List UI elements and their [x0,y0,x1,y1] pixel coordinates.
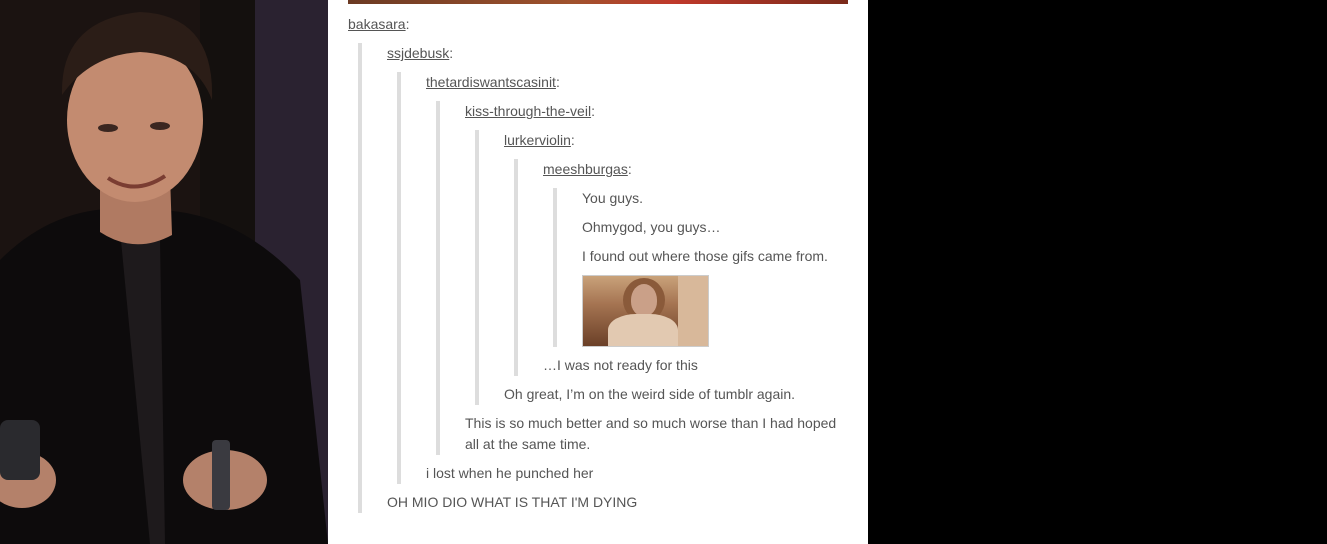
reblog-thread: bakasara: ssjdebusk: thetardiswantscasin… [348,14,848,521]
previous-image-strip [348,0,848,4]
origin-line-2: Ohmygod, you guys… [582,219,721,235]
colon: : [405,16,410,32]
user-link-bakasara[interactable]: bakasara [348,16,406,32]
colon: : [555,74,560,90]
reply-ssjdebusk: OH MIO DIO WHAT IS THAT I'M DYING [387,494,638,510]
man-portrait-image [0,0,328,544]
colon: : [570,132,575,148]
reply-kiss-through-the-veil: This is so much better and so much worse… [465,415,837,452]
reply-thetardiswantscasinit: i lost when he punched her [426,465,594,481]
reblog-source-6: meeshburgas: [543,159,848,180]
user-link-meeshburgas[interactable]: meeshburgas [543,161,628,177]
gif-thumbnail[interactable] [582,275,709,347]
origin-line-1: You guys. [582,190,643,206]
gif-face [631,284,657,316]
reply-meeshburgas: …I was not ready for this [543,357,698,373]
user-link-ssjdebusk[interactable]: ssjdebusk [387,45,449,61]
quote-level-3: kiss-through-the-veil: lurkerviolin: mee… [436,101,848,455]
sidebar-photo [0,0,328,544]
reply-lurkerviolin: Oh great, I’m on the weird side of tumbl… [504,386,796,402]
gif-shirt [608,314,678,346]
quote-level-1: ssjdebusk: thetardiswantscasinit: kiss-t… [358,43,848,513]
reblog-source-3: thetardiswantscasinit: [426,72,848,93]
reblog-source-4: kiss-through-the-veil: [465,101,848,122]
right-background [868,0,1327,544]
user-link-kiss-through-the-veil[interactable]: kiss-through-the-veil [465,103,591,119]
quote-level-6: You guys. Ohmygod, you guys… I found out… [553,188,848,347]
reblog-source-1: bakasara: [348,14,848,35]
tumblr-post: bakasara: ssjdebusk: thetardiswantscasin… [328,0,868,544]
origin-line-3: I found out where those gifs came from. [582,248,828,264]
user-link-thetardiswantscasinit[interactable]: thetardiswantscasinit [426,74,556,90]
colon: : [591,103,595,119]
quote-level-5: meeshburgas: You guys. Ohmygod, you guys… [514,159,848,376]
reblog-source-5: lurkerviolin: [504,130,848,151]
reblog-source-2: ssjdebusk: [387,43,848,64]
gif-background [678,276,708,346]
quote-level-2: thetardiswantscasinit: kiss-through-the-… [397,72,848,484]
user-link-lurkerviolin[interactable]: lurkerviolin [504,132,571,148]
colon: : [627,161,632,177]
quote-level-4: lurkerviolin: meeshburgas: You guys. Ohm… [475,130,848,405]
colon: : [449,45,454,61]
